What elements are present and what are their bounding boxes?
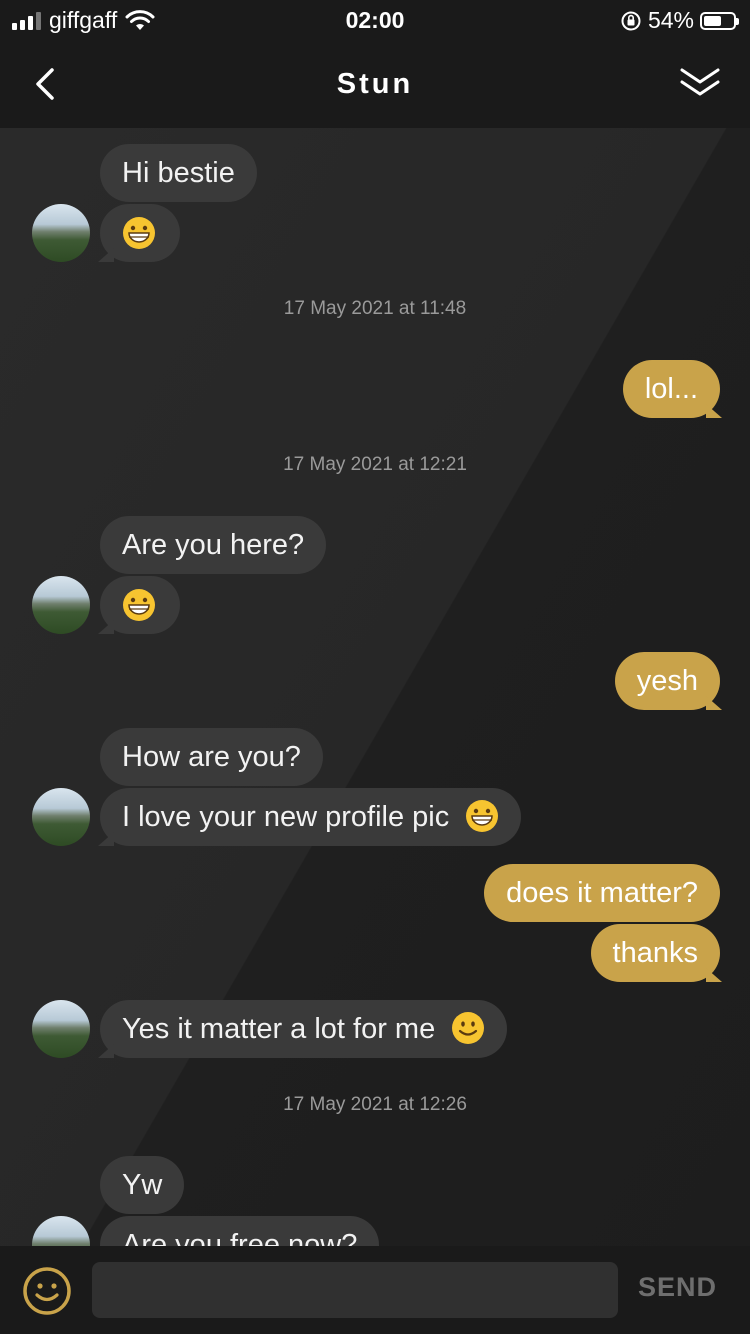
grinning-face-icon xyxy=(123,589,155,621)
status-bar: giffgaff 02:00 54% xyxy=(0,0,750,40)
message-text: Yes it matter a lot for me xyxy=(122,1013,436,1045)
message-input[interactable] xyxy=(92,1262,618,1318)
emoji-button[interactable] xyxy=(22,1266,72,1316)
avatar[interactable] xyxy=(32,788,90,846)
chevron-left-icon xyxy=(36,68,54,100)
battery-icon xyxy=(700,11,739,30)
chat-header: Stun xyxy=(0,40,750,128)
message-text: Are you here? xyxy=(122,529,305,561)
incoming-message[interactable] xyxy=(100,576,180,634)
outgoing-message[interactable]: lol... xyxy=(622,360,720,418)
incoming-message[interactable]: How are you? xyxy=(100,728,323,786)
orientation-lock-icon xyxy=(621,11,641,30)
incoming-message[interactable]: Are you free now? xyxy=(100,1216,380,1246)
incoming-message[interactable]: Yes it matter a lot for me xyxy=(100,1000,508,1058)
incoming-message[interactable] xyxy=(100,204,180,262)
outgoing-message[interactable]: thanks xyxy=(590,924,720,982)
avatar[interactable] xyxy=(32,576,90,634)
message-text: Yw xyxy=(122,1169,163,1201)
composer-bar: SEND xyxy=(0,1246,750,1334)
message-timestamp: 17 May 2021 at 12:26 xyxy=(283,1094,467,1115)
outgoing-message[interactable]: yesh xyxy=(614,652,720,710)
avatar[interactable] xyxy=(32,1000,90,1058)
smiley-icon xyxy=(23,1267,71,1315)
message-text: yesh xyxy=(636,665,698,697)
grinning-face-icon xyxy=(123,217,155,249)
incoming-message[interactable]: Yw xyxy=(100,1156,185,1214)
grinning-face-icon xyxy=(466,800,499,833)
incoming-message[interactable]: Hi bestie xyxy=(100,144,257,202)
collapse-button[interactable] xyxy=(678,64,722,104)
message-text: lol... xyxy=(644,373,698,405)
message-text: does it matter? xyxy=(506,877,698,909)
message-text: Hi bestie xyxy=(122,157,235,189)
smiling-face-icon xyxy=(452,1012,485,1045)
send-button[interactable]: SEND xyxy=(638,1272,717,1303)
battery-percent: 54% xyxy=(647,7,694,33)
message-text: I love your new profile pic xyxy=(122,801,450,833)
message-timestamp: 17 May 2021 at 11:48 xyxy=(283,298,467,319)
avatar[interactable] xyxy=(32,1216,90,1246)
incoming-message[interactable]: I love your new profile pic xyxy=(100,788,522,846)
outgoing-message[interactable]: does it matter? xyxy=(484,864,720,922)
avatar[interactable] xyxy=(32,204,90,262)
message-list[interactable]: Hi bestie 17 May 2021 at 11:48 lol... 17… xyxy=(0,128,750,1246)
incoming-message[interactable]: Are you here? xyxy=(100,516,327,574)
back-button[interactable] xyxy=(28,64,64,104)
message-timestamp: 17 May 2021 at 12:21 xyxy=(283,454,467,475)
double-chevron-down-icon xyxy=(680,68,720,96)
message-text: How are you? xyxy=(122,741,301,773)
status-right: 54% xyxy=(620,7,739,34)
message-text: Are you free now? xyxy=(122,1229,358,1246)
message-text: thanks xyxy=(612,937,698,969)
contact-name[interactable]: Stun xyxy=(337,68,413,101)
